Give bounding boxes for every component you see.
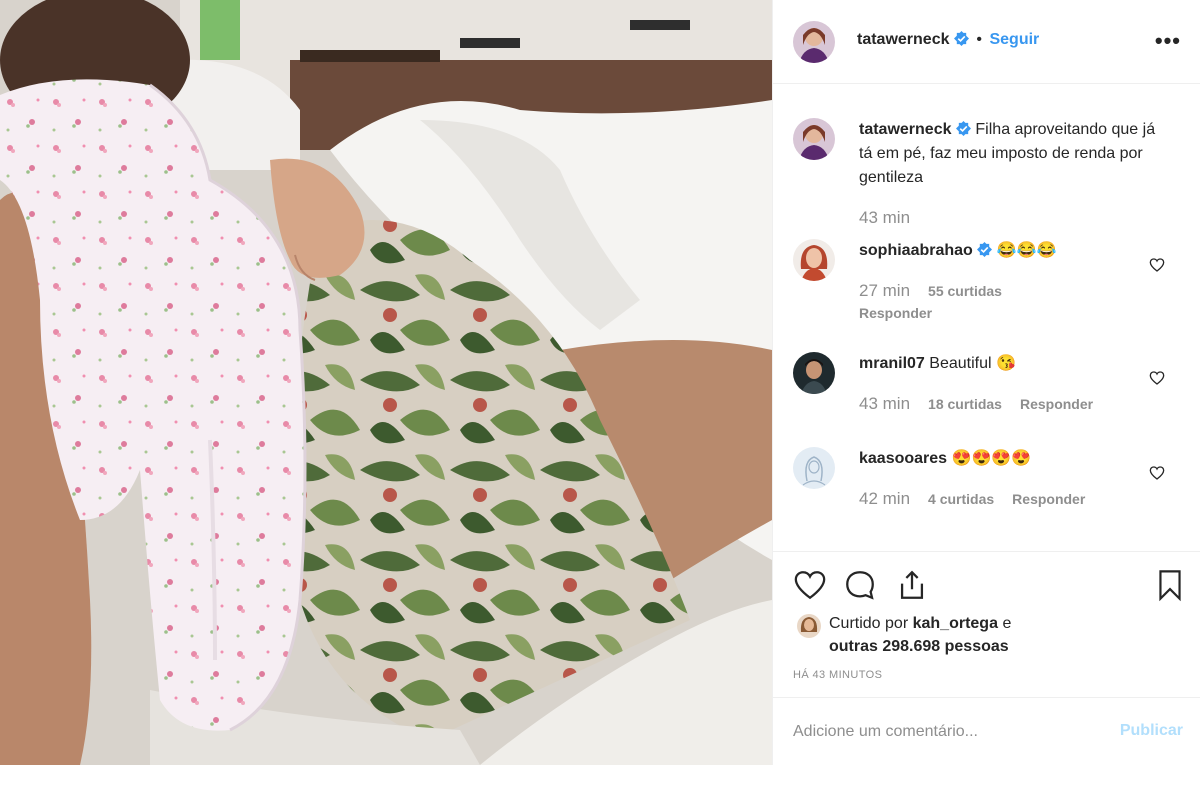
add-comment-bar: Publicar <box>773 697 1200 765</box>
comment-text-block: kaasooares 😍😍😍😍 <box>859 447 1159 471</box>
caption: tatawerneck Filha aproveitando que já tá… <box>793 118 1183 238</box>
comment-username[interactable]: sophiaabrahao <box>859 242 973 259</box>
post-header: tatawerneck • Seguir ••• <box>773 0 1200 84</box>
comment-item: mranil07 Beautiful 😘 43 min 18 curtidas Re… <box>793 352 1183 427</box>
comment-text: 😍😍😍😍 <box>951 450 1032 467</box>
post-photo[interactable] <box>0 0 772 765</box>
comment-likes[interactable]: 55 curtidas <box>928 283 1002 299</box>
comment-likes[interactable]: 18 curtidas <box>928 396 1002 412</box>
author-line: tatawerneck • Seguir <box>857 31 1039 49</box>
verified-badge-icon <box>953 31 969 46</box>
likes-summary: Curtido por kah_ortega e outras 298.698 … <box>829 612 1011 658</box>
comments-list[interactable]: tatawerneck Filha aproveitando que já tá… <box>773 85 1200 550</box>
verified-badge-icon <box>977 242 993 257</box>
comment-text-block: sophiaabrahao 😂😂😂 <box>859 239 1159 263</box>
comment-meta: 43 min 18 curtidas Responder <box>859 394 1093 414</box>
post-panel: tatawerneck • Seguir ••• tatawerneck Fil… <box>772 0 1200 765</box>
liked-by-conj: e <box>1002 615 1012 632</box>
more-options-icon[interactable]: ••• <box>1155 28 1181 54</box>
liked-by-prefix: Curtido por <box>829 615 909 632</box>
comment-bubble-icon[interactable] <box>843 568 877 602</box>
comment-time[interactable]: 27 min <box>859 281 910 300</box>
comment-input[interactable] <box>793 720 1093 744</box>
author-username[interactable]: tatawerneck <box>857 31 950 48</box>
comment-username[interactable]: mranil07 <box>859 355 925 372</box>
commenter-avatar[interactable] <box>793 447 835 489</box>
comment-time[interactable]: 43 min <box>859 394 910 413</box>
comment-reply-row: Responder <box>859 305 932 321</box>
liked-by-others[interactable]: outras 298.698 pessoas <box>829 638 1009 655</box>
publish-button[interactable]: Publicar <box>1120 722 1183 740</box>
reply-button[interactable]: Responder <box>859 305 932 321</box>
caption-meta: 43 min <box>859 208 928 228</box>
author-avatar[interactable] <box>793 21 835 63</box>
comment-text: 😂😂😂 <box>996 242 1057 259</box>
share-icon[interactable] <box>895 568 929 602</box>
comment-item: kaasooares 😍😍😍😍 42 min 4 curtidas Responde… <box>793 447 1183 522</box>
caption-text-block: tatawerneck Filha aproveitando que já tá… <box>859 118 1159 190</box>
separator-dot: • <box>976 31 983 48</box>
like-comment-heart-icon[interactable] <box>1149 370 1165 386</box>
follow-button[interactable]: Seguir <box>989 31 1039 48</box>
comment-text-block: mranil07 Beautiful 😘 <box>859 352 1159 376</box>
reply-button[interactable]: Responder <box>1020 396 1093 412</box>
comment-username[interactable]: kaasooares <box>859 450 947 467</box>
comment-text: Beautiful 😘 <box>929 355 1016 372</box>
comment-item: sophiaabrahao 😂😂😂 27 min 55 curtidas Resp… <box>793 239 1183 334</box>
commenter-avatar[interactable] <box>793 352 835 394</box>
comment-likes[interactable]: 4 curtidas <box>928 491 994 507</box>
author-avatar-caption[interactable] <box>793 118 835 160</box>
commenter-avatar[interactable] <box>793 239 835 281</box>
liked-by-user[interactable]: kah_ortega <box>913 615 998 632</box>
comment-meta: 42 min 4 curtidas Responder <box>859 489 1085 509</box>
caption-username[interactable]: tatawerneck <box>859 121 952 138</box>
comment-time[interactable]: 42 min <box>859 489 910 508</box>
liker-avatar[interactable] <box>797 614 821 638</box>
verified-badge-icon <box>955 121 971 136</box>
post-time-ago[interactable]: HÁ 43 MINUTOS <box>793 669 882 681</box>
caption-time[interactable]: 43 min <box>859 208 910 227</box>
like-comment-heart-icon[interactable] <box>1149 257 1165 273</box>
like-heart-icon[interactable] <box>793 568 827 602</box>
save-bookmark-icon[interactable] <box>1155 568 1185 602</box>
post-actions: Curtido por kah_ortega e outras 298.698 … <box>773 551 1200 696</box>
reply-button[interactable]: Responder <box>1012 491 1085 507</box>
comment-meta: 27 min 55 curtidas <box>859 281 1020 301</box>
like-comment-heart-icon[interactable] <box>1149 465 1165 481</box>
